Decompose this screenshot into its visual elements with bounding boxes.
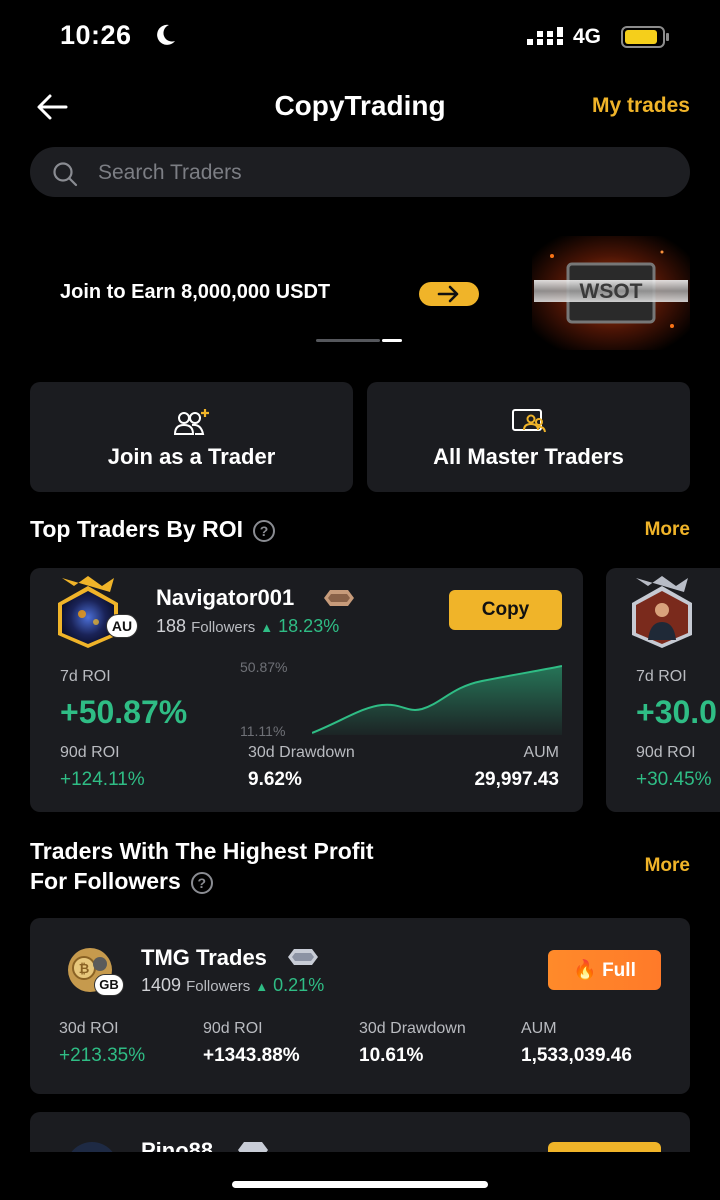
my-trades-link[interactable]: My trades — [592, 94, 690, 118]
home-indicator[interactable] — [232, 1181, 488, 1188]
tier-badge-icon — [324, 590, 354, 606]
roi-7d-value: +30.0 — [636, 694, 717, 730]
banner-logo-text: WSOT — [580, 280, 643, 303]
tier-badge-icon — [288, 949, 318, 965]
followers-label: Followers — [191, 619, 256, 636]
country-badge: AU — [106, 614, 138, 638]
roi-90d-label: 90d ROI — [636, 744, 696, 761]
trader-card[interactable]: AU Navigator001 188 Followers ▲ 18.23% C… — [30, 568, 583, 812]
aum-value: 29,997.43 — [474, 769, 559, 790]
moon-icon — [157, 24, 175, 45]
trader-avatar[interactable] — [626, 574, 698, 648]
up-triangle-icon: ▲ — [255, 979, 269, 994]
profit-traders-title-line1: Traders With The Highest Profit — [30, 838, 374, 864]
help-icon[interactable]: ? — [190, 871, 213, 894]
profit-traders-heading: Traders With The Highest Profit For Foll… — [30, 836, 374, 896]
profit-traders-title-line2: For Followers — [30, 868, 181, 894]
roi-7d-value: +50.87% — [60, 694, 188, 730]
search-input[interactable] — [98, 158, 658, 188]
help-icon[interactable]: ? — [253, 519, 276, 542]
roi-90d-value: +30.45% — [636, 769, 712, 790]
all-master-traders-tile[interactable]: All Master Traders — [367, 382, 690, 492]
followers-count: 1409 — [141, 975, 182, 995]
join-as-trader-tile[interactable]: Join as a Trader — [30, 382, 353, 492]
aum-value: 1,533,039.46 — [521, 1045, 632, 1066]
traders-id-icon — [511, 409, 546, 433]
trader-card[interactable]: 7d ROI +30.0 90d ROI +30.45% — [606, 568, 720, 812]
roi-90d-label: 90d ROI — [203, 1020, 263, 1037]
drawdown-label: 30d Drawdown — [248, 744, 355, 761]
add-user-icon — [173, 409, 209, 435]
follower-stats: 1409 Followers ▲ 0.21% — [141, 975, 324, 996]
roi-7d-label: 7d ROI — [60, 668, 111, 685]
copy-button[interactable]: Copy — [449, 590, 562, 630]
roi-90d-value: +1343.88% — [203, 1045, 300, 1066]
followers-change: 0.21% — [273, 975, 325, 995]
list-clip: Pino88 — [0, 1112, 720, 1152]
svg-text:₿: ₿ — [79, 961, 90, 976]
arrow-right-icon — [437, 285, 459, 303]
battery-icon — [621, 26, 669, 48]
roi-sparkline — [312, 665, 562, 735]
search-icon — [53, 162, 78, 187]
follower-stats: 188 Followers ▲ 18.23% — [156, 616, 339, 637]
roi-7d-label: 7d ROI — [636, 668, 687, 685]
full-button[interactable]: 🔥 Full — [548, 950, 661, 990]
fire-icon: 🔥 — [573, 960, 597, 981]
aum-label: AUM — [523, 744, 559, 761]
signal-icon — [527, 27, 563, 45]
top-traders-more-link[interactable]: More — [645, 519, 690, 541]
followers-change: 18.23% — [278, 616, 340, 636]
country-badge: GB — [94, 974, 124, 996]
banner-text[interactable]: Join to Earn 8,000,000 USDT — [60, 281, 330, 304]
roi-90d-value: +124.11% — [60, 769, 145, 790]
trader-name[interactable]: Pino88 — [141, 1138, 213, 1152]
trader-card[interactable]: Pino88 — [30, 1112, 690, 1152]
all-master-traders-label: All Master Traders — [433, 444, 624, 469]
status-time: 10:26 — [60, 20, 132, 50]
trader-avatar[interactable] — [66, 1142, 118, 1152]
up-triangle-icon: ▲ — [260, 620, 274, 635]
roi-30d-value: +213.35% — [59, 1045, 146, 1066]
drawdown-value: 9.62% — [248, 769, 302, 790]
drawdown-value: 10.61% — [359, 1045, 424, 1066]
aum-label: AUM — [521, 1020, 557, 1037]
followers-count: 188 — [156, 616, 187, 636]
chart-max-label: 50.87% — [240, 659, 288, 675]
top-traders-heading: Top Traders By ROI? — [30, 514, 276, 544]
top-traders-title: Top Traders By ROI — [30, 516, 244, 542]
chart-min-label: 11.11% — [240, 723, 286, 739]
trader-card[interactable]: ₿ GB TMG Trades 1409 Followers ▲ 0.21% 🔥… — [30, 918, 690, 1094]
followers-label: Followers — [186, 978, 251, 995]
drawdown-label: 30d Drawdown — [359, 1020, 466, 1037]
join-as-trader-label: Join as a Trader — [107, 444, 276, 469]
trader-name[interactable]: TMG Trades — [141, 945, 267, 971]
network-type: 4G — [573, 25, 602, 48]
carousel-indicator — [316, 339, 404, 357]
roi-90d-label: 90d ROI — [60, 744, 120, 761]
roi-30d-label: 30d ROI — [59, 1020, 119, 1037]
trader-name[interactable]: Navigator001 — [156, 585, 294, 611]
profit-traders-more-link[interactable]: More — [645, 855, 690, 877]
full-button-label: Full — [602, 960, 636, 981]
banner-image[interactable]: WSOT — [532, 236, 690, 350]
banner-arrow-button[interactable] — [419, 282, 479, 306]
tier-badge-icon — [238, 1142, 268, 1152]
copy-button[interactable] — [548, 1142, 661, 1152]
